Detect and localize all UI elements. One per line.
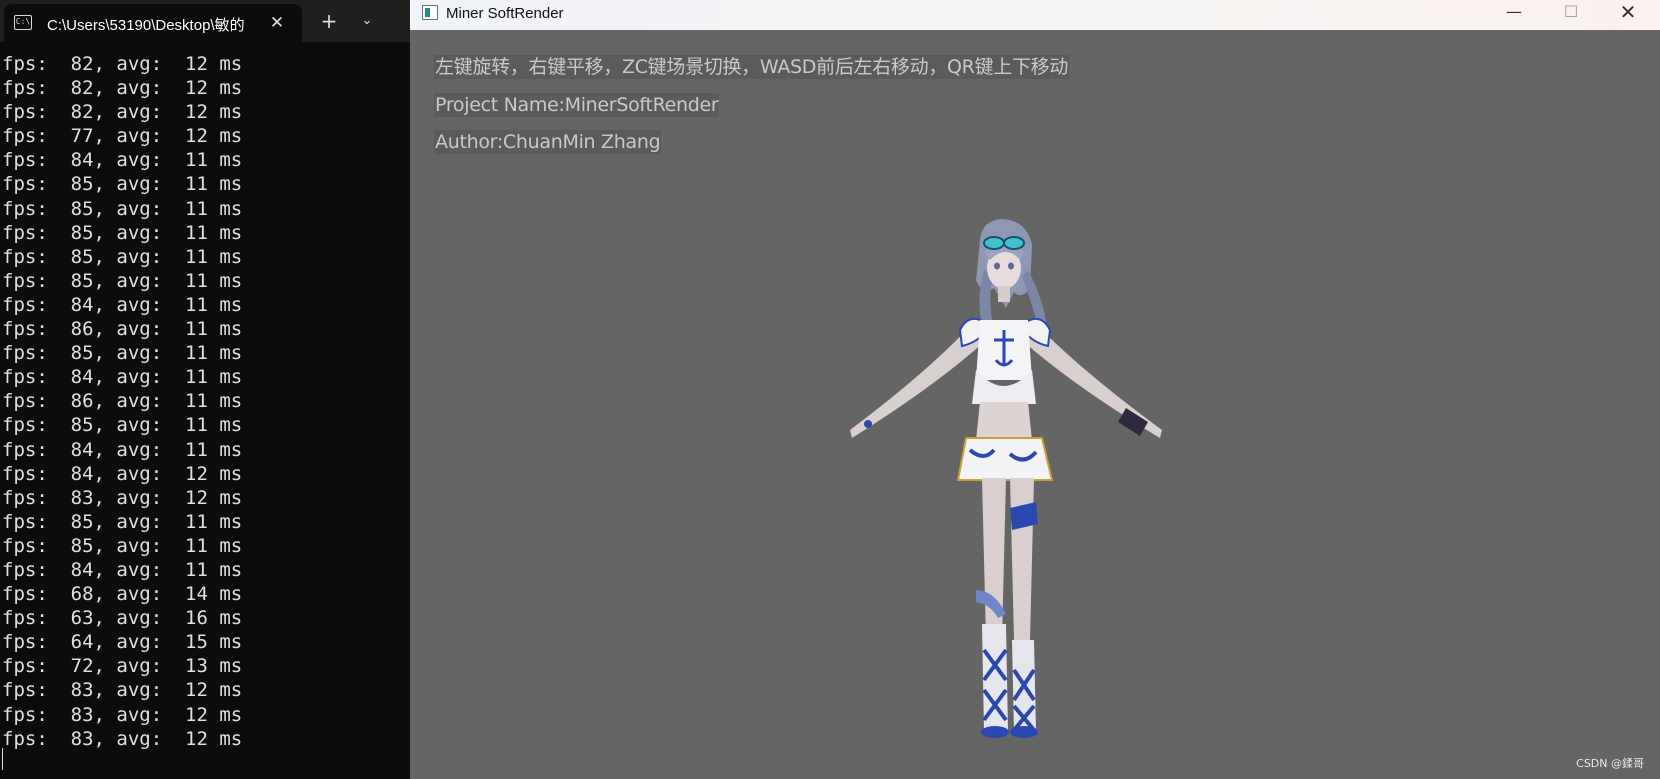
close-button[interactable]: ✕: [1602, 0, 1654, 28]
terminal-line: fps: 85, avg: 11 ms: [2, 245, 243, 268]
maximize-button[interactable]: ☐: [1545, 0, 1597, 28]
watermark: CSDN @鍒哥: [1576, 757, 1644, 770]
terminal-output[interactable]: fps: 82, avg: 12 ms fps: 82, avg: 12 ms fp…: [2, 52, 402, 751]
terminal-line: fps: 86, avg: 11 ms: [2, 318, 243, 341]
terminal-line: fps: 83, avg: 12 ms: [2, 679, 243, 702]
terminal-line: fps: 85, avg: 11 ms: [2, 414, 243, 437]
terminal-line: fps: 85, avg: 11 ms: [2, 534, 243, 557]
terminal-line: fps: 64, avg: 15 ms: [2, 631, 243, 654]
terminal-line: fps: 84, avg: 11 ms: [2, 558, 243, 581]
terminal-line: fps: 84, avg: 11 ms: [2, 366, 243, 389]
terminal-line: fps: 72, avg: 13 ms: [2, 655, 243, 678]
text-cursor: [2, 748, 3, 770]
anime-character-model: [850, 219, 1162, 738]
terminal-line: fps: 85, avg: 11 ms: [2, 510, 243, 533]
render-titlebar[interactable]: Miner SoftRender — ☐ ✕: [410, 0, 1660, 30]
controls-hint: 左键旋转，右键平移，ZC键场景切换，WASD前后左右移动，QR键上下移动: [434, 55, 1070, 79]
project-name-label: Project Name:MinerSoftRender: [434, 93, 720, 117]
terminal-line: fps: 85, avg: 11 ms: [2, 269, 243, 292]
terminal-tab-title: C:\Users\53190\Desktop\敏的: [47, 17, 245, 34]
terminal-line: fps: 63, avg: 16 ms: [2, 607, 243, 630]
terminal-icon: C:\: [14, 15, 32, 30]
terminal-line: fps: 68, avg: 14 ms: [2, 583, 243, 606]
terminal-line: fps: 77, avg: 12 ms: [2, 125, 243, 148]
minimize-button[interactable]: —: [1488, 0, 1540, 28]
render-window[interactable]: Miner SoftRender — ☐ ✕ 左键旋转，右键平移，ZC键场景切换…: [410, 0, 1660, 779]
terminal-line: fps: 85, avg: 11 ms: [2, 342, 243, 365]
terminal-line: fps: 83, avg: 12 ms: [2, 703, 243, 726]
chevron-down-icon[interactable]: ⌄: [356, 10, 378, 32]
terminal-tab-bar: C:\ C:\Users\53190\Desktop\敏的 ✕ + ⌄: [0, 0, 410, 42]
terminal-line: fps: 84, avg: 12 ms: [2, 462, 243, 485]
terminal-line: fps: 83, avg: 12 ms: [2, 486, 243, 509]
terminal-line: fps: 85, avg: 11 ms: [2, 173, 243, 196]
terminal-line: fps: 83, avg: 12 ms: [2, 727, 243, 750]
author-label: Author:ChuanMin Zhang: [434, 130, 662, 154]
terminal-line: fps: 84, avg: 11 ms: [2, 293, 243, 316]
close-icon[interactable]: ✕: [266, 12, 288, 34]
new-tab-button[interactable]: +: [318, 10, 340, 32]
terminal-line: fps: 85, avg: 11 ms: [2, 197, 243, 220]
terminal-line: fps: 84, avg: 11 ms: [2, 149, 243, 172]
terminal-line: fps: 82, avg: 12 ms: [2, 77, 243, 100]
window-title: Miner SoftRender: [446, 5, 564, 22]
terminal-tab[interactable]: C:\ C:\Users\53190\Desktop\敏的 ✕: [4, 4, 302, 42]
terminal-line: fps: 85, avg: 11 ms: [2, 221, 243, 244]
terminal-line: fps: 82, avg: 12 ms: [2, 53, 243, 75]
terminal-window[interactable]: C:\ C:\Users\53190\Desktop\敏的 ✕ + ⌄ fps:…: [0, 0, 410, 779]
terminal-line: fps: 86, avg: 11 ms: [2, 390, 243, 413]
terminal-line: fps: 82, avg: 12 ms: [2, 101, 243, 124]
app-icon: [422, 5, 438, 20]
terminal-line: fps: 84, avg: 11 ms: [2, 438, 243, 461]
